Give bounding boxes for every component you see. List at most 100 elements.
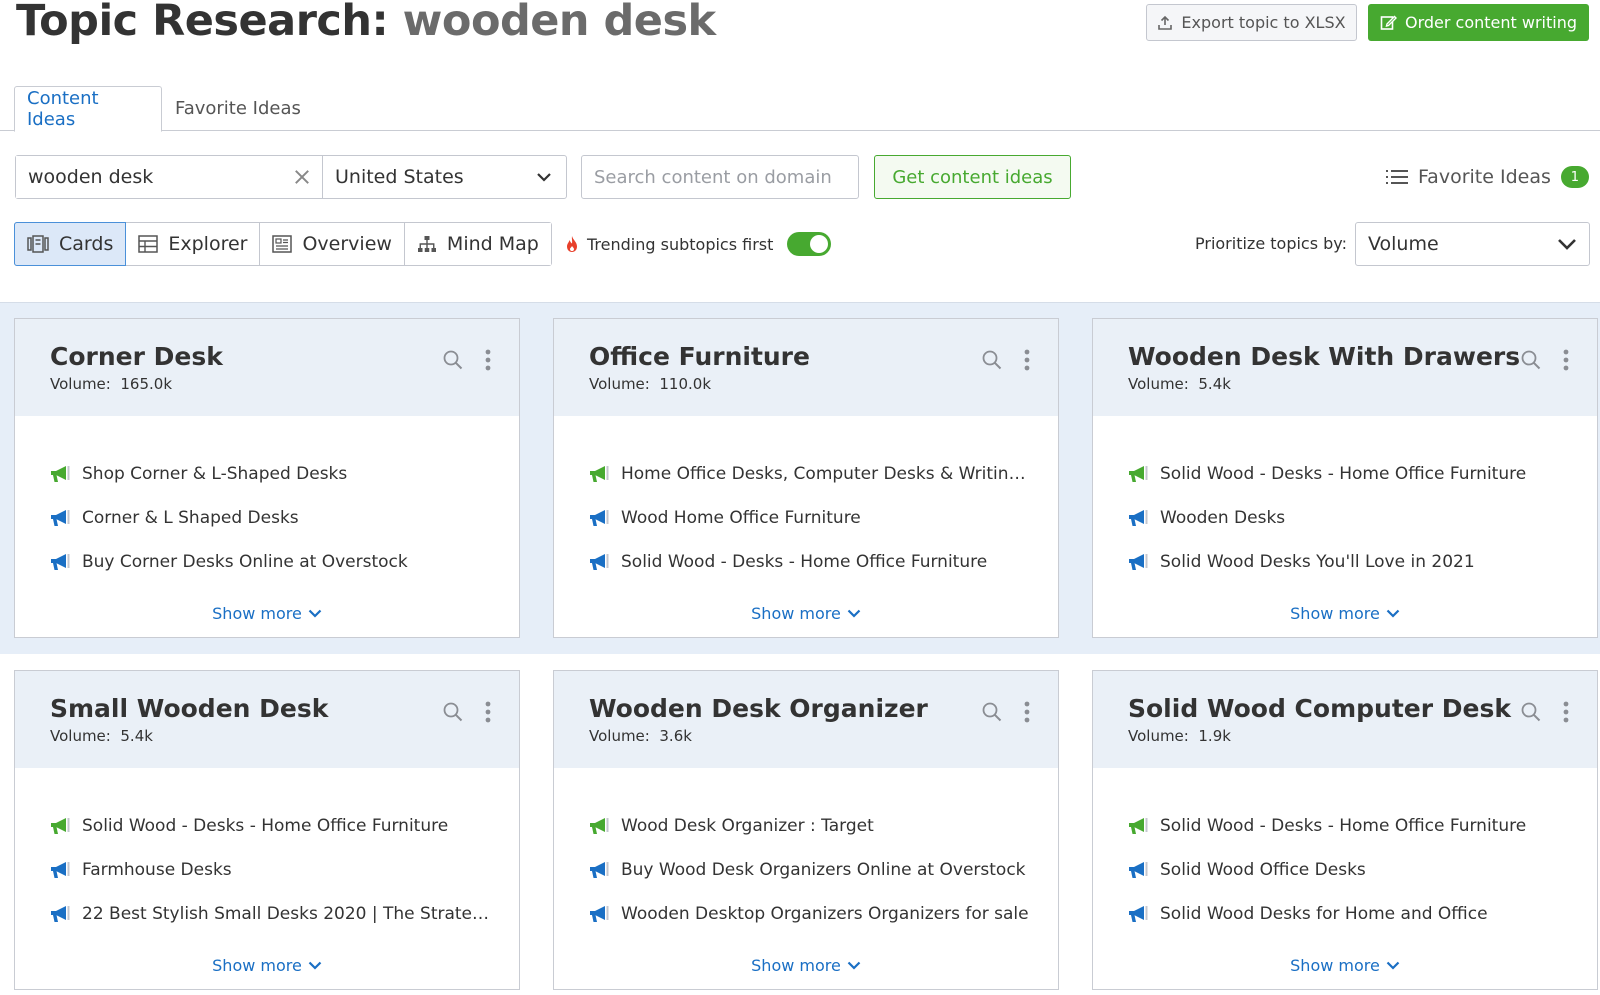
megaphone-icon xyxy=(51,862,70,878)
volume-label: Volume: xyxy=(1128,375,1189,393)
search-icon[interactable] xyxy=(443,702,463,722)
show-more-link[interactable]: Show more xyxy=(554,956,1058,975)
show-more-link[interactable]: Show more xyxy=(554,604,1058,623)
card-actions xyxy=(443,701,491,723)
view-overview-button[interactable]: Overview xyxy=(260,223,405,265)
country-select[interactable]: United States xyxy=(322,156,566,198)
view-label: Cards xyxy=(59,233,114,255)
headline-item[interactable]: Buy Wood Desk Organizers Online at Overs… xyxy=(589,848,1058,892)
headline-item[interactable]: Solid Wood Office Desks xyxy=(1128,848,1597,892)
card-header: Wooden Desk Organizer Volume: 3.6k xyxy=(554,671,1058,768)
headline-text: Solid Wood Desks You'll Love in 2021 xyxy=(1160,552,1475,572)
more-options-icon[interactable] xyxy=(1024,349,1030,371)
more-options-icon[interactable] xyxy=(1563,701,1569,723)
clear-icon[interactable] xyxy=(294,156,310,198)
headline-item[interactable]: Wooden Desks xyxy=(1128,496,1597,540)
show-more-link[interactable]: Show more xyxy=(15,604,519,623)
trending-label: Trending subtopics first xyxy=(587,234,774,254)
headline-text: Buy Corner Desks Online at Overstock xyxy=(82,552,408,572)
export-xlsx-button[interactable]: Export topic to XLSX xyxy=(1146,4,1357,41)
headline-text: 22 Best Stylish Small Desks 2020 | The S… xyxy=(82,904,492,924)
search-icon[interactable] xyxy=(1521,702,1541,722)
headline-item[interactable]: Shop Corner & L-Shaped Desks xyxy=(50,452,519,496)
flame-icon xyxy=(567,236,577,252)
headline-item[interactable]: Solid Wood Desks You'll Love in 2021 xyxy=(1128,540,1597,584)
more-options-icon[interactable] xyxy=(485,701,491,723)
topic-card: Solid Wood Computer Desk Volume: 1.9k So… xyxy=(1092,670,1598,990)
megaphone-icon xyxy=(590,510,609,526)
view-cards-button[interactable]: Cards xyxy=(14,222,127,266)
megaphone-icon xyxy=(1129,906,1148,922)
headline-item[interactable]: Corner & L Shaped Desks xyxy=(50,496,519,540)
view-mindmap-button[interactable]: Mind Map xyxy=(404,223,551,265)
search-icon[interactable] xyxy=(443,350,463,370)
megaphone-icon xyxy=(1129,862,1148,878)
headline-item[interactable]: 22 Best Stylish Small Desks 2020 | The S… xyxy=(50,892,519,936)
cards-grid: Corner Desk Volume: 165.0k Shop Corner &… xyxy=(0,302,1600,995)
search-icon[interactable] xyxy=(1521,350,1541,370)
headline-text: Solid Wood - Desks - Home Office Furnitu… xyxy=(1160,816,1527,836)
megaphone-icon xyxy=(1129,510,1148,526)
domain-search-input[interactable] xyxy=(581,155,859,199)
tab-favorite-ideas[interactable]: Favorite Ideas xyxy=(163,86,313,131)
show-more-link[interactable]: Show more xyxy=(1093,956,1597,975)
show-more-link[interactable]: Show more xyxy=(15,956,519,975)
volume-label: Volume: xyxy=(50,375,111,393)
get-content-ideas-button[interactable]: Get content ideas xyxy=(874,155,1071,199)
card-header: Corner Desk Volume: 165.0k xyxy=(15,319,519,416)
prioritize-label: Prioritize topics by: xyxy=(1195,234,1347,253)
favorite-ideas-link[interactable]: Favorite Ideas 1 xyxy=(1386,164,1589,190)
search-icon[interactable] xyxy=(982,350,1002,370)
tab-content-ideas[interactable]: Content Ideas xyxy=(14,86,162,132)
chevron-down-icon xyxy=(847,961,861,970)
megaphone-icon xyxy=(590,862,609,878)
more-options-icon[interactable] xyxy=(485,349,491,371)
edit-icon xyxy=(1380,15,1397,30)
megaphone-icon xyxy=(51,818,70,834)
keyword-input[interactable] xyxy=(16,156,294,198)
chevron-down-icon xyxy=(847,609,861,618)
card-header: Solid Wood Computer Desk Volume: 1.9k xyxy=(1093,671,1597,768)
headline-text: Corner & L Shaped Desks xyxy=(82,508,299,528)
megaphone-icon xyxy=(590,818,609,834)
trending-toggle-group: Trending subtopics first xyxy=(565,230,832,258)
headline-item[interactable]: Solid Wood - Desks - Home Office Furnitu… xyxy=(1128,804,1597,848)
headline-text: Home Office Desks, Computer Desks & Writ… xyxy=(621,464,1031,484)
show-more-link[interactable]: Show more xyxy=(1093,604,1597,623)
card-volume: Volume: 3.6k xyxy=(589,727,1058,745)
order-content-button[interactable]: Order content writing xyxy=(1368,4,1589,41)
show-more-label: Show more xyxy=(1290,956,1380,975)
headline-item[interactable]: Wood Home Office Furniture xyxy=(589,496,1058,540)
headline-item[interactable]: Farmhouse Desks xyxy=(50,848,519,892)
trending-toggle[interactable] xyxy=(787,232,832,256)
headline-item[interactable]: Home Office Desks, Computer Desks & Writ… xyxy=(589,452,1058,496)
megaphone-icon xyxy=(1129,554,1148,570)
headline-text: Wooden Desktop Organizers Organizers for… xyxy=(621,904,1029,924)
topic-card: Wooden Desk With Drawers Volume: 5.4k So… xyxy=(1092,318,1598,638)
page-header: Topic Research: wooden desk Export topic… xyxy=(16,0,1589,60)
topic-card: Corner Desk Volume: 165.0k Shop Corner &… xyxy=(14,318,520,638)
volume-value: 1.9k xyxy=(1198,727,1231,745)
headline-item[interactable]: Solid Wood - Desks - Home Office Furnitu… xyxy=(50,804,519,848)
tab-label: Favorite Ideas xyxy=(175,98,301,119)
megaphone-icon xyxy=(1129,818,1148,834)
prioritize-value: Volume xyxy=(1368,233,1439,255)
card-headlines: Home Office Desks, Computer Desks & Writ… xyxy=(554,416,1058,584)
more-options-icon[interactable] xyxy=(1024,701,1030,723)
view-explorer-button[interactable]: Explorer xyxy=(126,223,261,265)
prioritize-select[interactable]: Volume xyxy=(1355,222,1590,266)
headline-item[interactable]: Wooden Desktop Organizers Organizers for… xyxy=(589,892,1058,936)
headline-item[interactable]: Wood Desk Organizer : Target xyxy=(589,804,1058,848)
topic-card: Small Wooden Desk Volume: 5.4k Solid Woo… xyxy=(14,670,520,990)
export-xlsx-label: Export topic to XLSX xyxy=(1181,13,1346,32)
card-header: Small Wooden Desk Volume: 5.4k xyxy=(15,671,519,768)
headline-item[interactable]: Solid Wood - Desks - Home Office Furnitu… xyxy=(1128,452,1597,496)
more-options-icon[interactable] xyxy=(1563,349,1569,371)
tab-bar: Content Ideas Favorite Ideas xyxy=(0,86,1600,132)
headline-item[interactable]: Solid Wood Desks for Home and Office xyxy=(1128,892,1597,936)
headline-item[interactable]: Buy Corner Desks Online at Overstock xyxy=(50,540,519,584)
headline-item[interactable]: Solid Wood - Desks - Home Office Furnitu… xyxy=(589,540,1058,584)
megaphone-icon xyxy=(590,554,609,570)
card-volume: Volume: 110.0k xyxy=(589,375,1058,393)
search-icon[interactable] xyxy=(982,702,1002,722)
